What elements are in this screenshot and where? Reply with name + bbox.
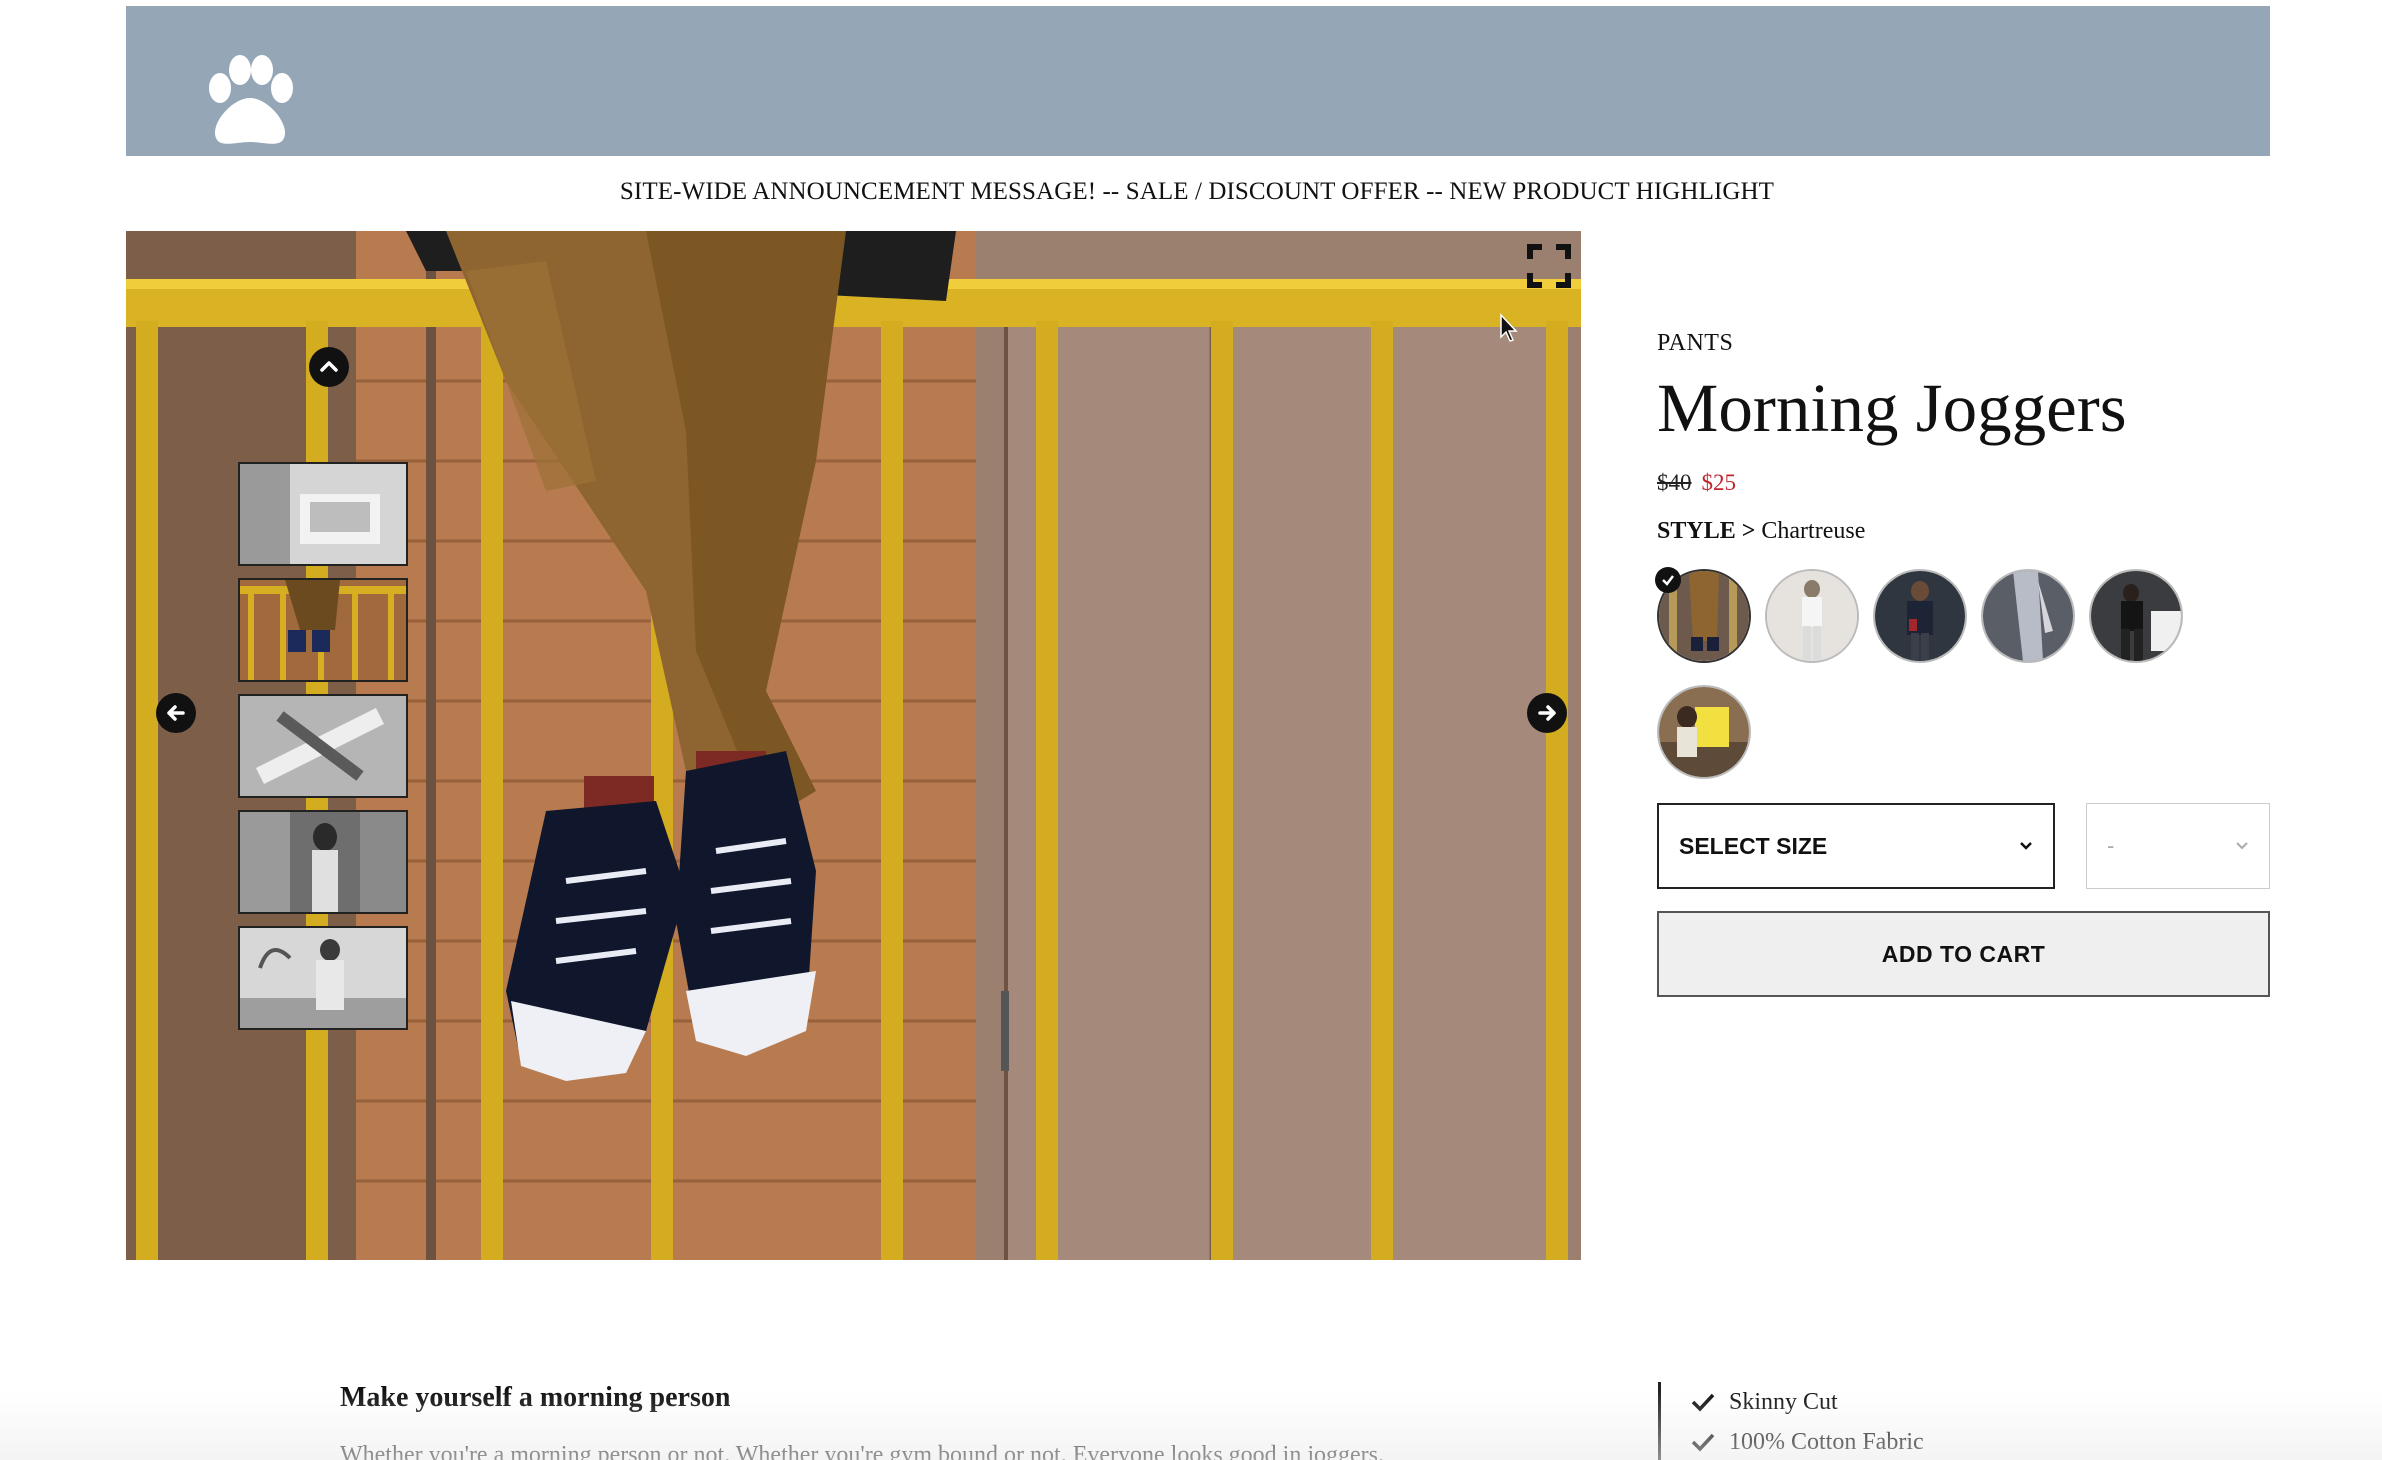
style-value: Chartreuse [1761,518,1866,545]
feature-item: 100% Cotton Fabric [1691,1422,1924,1460]
description-text: Whether you're a morning person or not. … [340,1442,1384,1460]
chevron-up-icon [320,361,338,372]
fullscreen-icon[interactable] [1526,243,1572,289]
feature-list: Skinny Cut 100% Cotton Fabric [1658,1382,1924,1460]
product-category[interactable]: PANTS [1657,330,2270,357]
arrow-left-icon [167,705,185,721]
thumbnail-1[interactable] [238,462,408,566]
add-to-cart-button[interactable]: ADD TO CART [1657,911,2270,998]
thumbnail-3[interactable] [238,694,408,798]
feature-label: Skinny Cut [1729,1388,1838,1415]
mouse-cursor-icon [1500,313,1518,342]
thumbnail-4[interactable] [238,810,408,914]
variant-selects: SELECT SIZE - [1657,803,2270,890]
swatch-4[interactable] [1981,569,2075,664]
swatch-6[interactable] [1657,685,1751,780]
paw-icon[interactable] [198,54,302,150]
thumbnail-2[interactable] [238,578,408,682]
size-select-value: SELECT SIZE [1679,832,1828,859]
swatch-3[interactable] [1873,569,1967,664]
product-title: Morning Joggers [1657,370,2127,446]
style-selection-label: STYLE > Chartreuse [1657,518,2270,545]
checkmark-icon [1691,1433,1715,1452]
thumbnail-strip [238,462,408,1042]
style-label: STYLE > [1657,518,1756,545]
original-price: $40 [1657,470,1692,496]
quantity-select[interactable]: - [2086,803,2270,890]
thumbnail-5[interactable] [238,926,408,1030]
quantity-select-value: - [2107,833,2115,859]
gallery-next-button[interactable] [1527,693,1567,733]
size-select[interactable]: SELECT SIZE [1657,803,2055,890]
style-swatches [1655,567,2217,801]
swatch-2[interactable] [1765,569,1859,664]
gallery-up-button[interactable] [309,347,349,387]
announcement-bar: SITE-WIDE ANNOUNCEMENT MESSAGE! -- SALE … [619,178,1775,205]
product-gallery[interactable] [126,231,1581,1260]
chevron-down-icon [2020,842,2032,851]
feature-label: 100% Cotton Fabric [1729,1428,1924,1455]
product-info: PANTS Morning Joggers $40 $25 STYLE > Cha… [1655,330,2270,998]
site-header [126,6,2270,156]
checkmark-icon [1691,1393,1715,1412]
price-row: $40 $25 [1657,470,2270,496]
chevron-down-icon [2236,842,2248,850]
swatch-5[interactable] [2089,569,2183,664]
sale-price: $25 [1701,470,1737,496]
feature-item: Skinny Cut [1691,1382,1924,1422]
description-heading: Make yourself a morning person [340,1382,731,1413]
arrow-right-icon [1538,705,1556,721]
gallery-prev-button[interactable] [156,693,196,733]
